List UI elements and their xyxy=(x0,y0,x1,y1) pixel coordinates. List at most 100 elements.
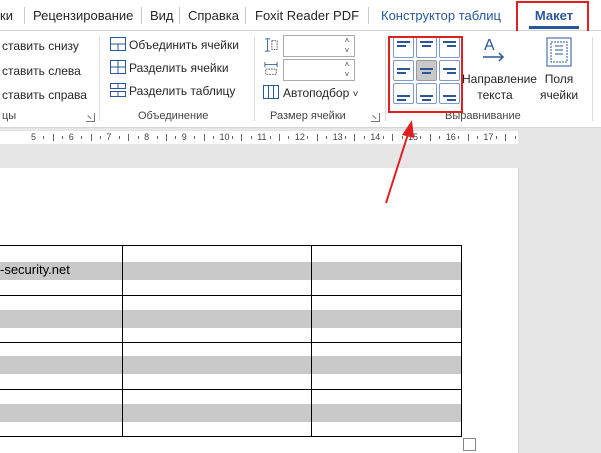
ruler-number: 7 xyxy=(106,132,112,142)
red-arrow-icon xyxy=(385,120,414,204)
ruler-tick xyxy=(250,136,252,139)
ruler-tick xyxy=(194,136,196,139)
group-separator xyxy=(592,37,593,121)
ruler-tick xyxy=(514,136,516,139)
alignment-buttons-highlight-box xyxy=(388,36,463,113)
table-column-border xyxy=(311,245,312,437)
ruler-tick xyxy=(505,134,507,141)
split-table-button[interactable]: Разделить таблицу xyxy=(129,83,235,99)
cell-size-group-label: Размер ячейки xyxy=(270,110,346,122)
cell-margins-label-1: Поля xyxy=(544,72,574,86)
text-direction-icon: A xyxy=(483,37,505,62)
text-direction-label-2: текста xyxy=(477,88,513,102)
ruler-tick xyxy=(467,134,469,141)
tab-help[interactable]: Справка xyxy=(188,0,239,31)
ruler-number: 8 xyxy=(144,132,150,142)
ruler-tick xyxy=(52,134,54,141)
tab-separator xyxy=(368,7,369,24)
table-border xyxy=(0,436,462,437)
table-border xyxy=(0,245,462,246)
cell-width-icon xyxy=(264,62,278,75)
rows-columns-launcher-icon[interactable] xyxy=(86,113,95,122)
ruler-number: 6 xyxy=(68,132,74,142)
ruler-tick xyxy=(439,136,441,139)
ruler-tick xyxy=(495,136,497,139)
autofit-label: Автоподбор xyxy=(283,86,350,100)
ruler-tick xyxy=(345,136,347,139)
autofit-button[interactable]: Автоподбор ˅ xyxy=(283,85,358,103)
ruler-tick xyxy=(476,136,478,139)
tab-cut-off[interactable]: ки xyxy=(0,0,13,31)
ruler-number: 12 xyxy=(294,132,305,142)
text-direction-button[interactable]: Направление текста xyxy=(462,71,537,103)
ribbon: ставить снизу ставить слева ставить спра… xyxy=(0,31,601,128)
ruler-tick xyxy=(458,136,460,139)
table-border xyxy=(0,389,462,390)
table-column-border xyxy=(461,245,462,437)
ruler-tick xyxy=(429,134,431,141)
table-row-shading xyxy=(0,310,461,328)
rows-columns-group-label: цы xyxy=(2,110,17,122)
ruler-number: 17 xyxy=(483,132,494,142)
autofit-icon xyxy=(263,85,279,99)
group-separator xyxy=(254,37,255,121)
tab-view[interactable]: Вид xyxy=(150,0,174,31)
split-cells-icon xyxy=(110,60,126,74)
cell-size-launcher-icon[interactable] xyxy=(371,113,380,122)
tab-table-design[interactable]: Конструктор таблиц xyxy=(381,0,501,31)
insert-below-button[interactable]: ставить снизу xyxy=(2,38,79,54)
ruler-tick xyxy=(354,134,356,141)
split-table-icon xyxy=(110,83,126,97)
table-cell-text[interactable]: -security.net xyxy=(0,262,70,277)
cell-margins-button[interactable]: Поля ячейки xyxy=(536,71,582,103)
ruler-number: 16 xyxy=(445,132,456,142)
merge-cells-button[interactable]: Объединить ячейки xyxy=(129,37,239,53)
tab-separator xyxy=(141,7,142,24)
ruler-tick xyxy=(307,136,309,139)
ruler-tick xyxy=(241,134,243,141)
ruler-tick xyxy=(269,136,271,139)
ruler-tick xyxy=(420,136,422,139)
autofit-dropdown-icon: ˅ xyxy=(352,89,359,100)
table-row-shading xyxy=(0,356,461,374)
tab-review[interactable]: Рецензирование xyxy=(33,0,133,31)
insert-right-button[interactable]: ставить справа xyxy=(2,87,87,103)
ruler-tick xyxy=(231,136,233,139)
cell-height-stepper-icon[interactable]: ˄ ˅ xyxy=(342,36,352,56)
tab-foxit-reader-pdf[interactable]: Foxit Reader PDF xyxy=(255,0,359,31)
svg-text:A: A xyxy=(484,37,495,54)
table-border xyxy=(0,295,462,296)
ruler-tick xyxy=(156,136,158,139)
split-cells-button[interactable]: Разделить ячейки xyxy=(129,60,229,76)
ruler-tick xyxy=(90,134,92,141)
ruler-number: 9 xyxy=(181,132,187,142)
cell-height-input[interactable]: ˄ ˅ xyxy=(283,35,355,57)
ruler-number: 10 xyxy=(219,132,230,142)
ruler-tick xyxy=(165,134,167,141)
ruler-number: 14 xyxy=(370,132,381,142)
ruler-tick xyxy=(316,134,318,141)
merge-cells-icon xyxy=(110,37,126,51)
ruler-tick xyxy=(43,136,45,139)
tab-separator xyxy=(245,7,246,24)
cell-width-stepper-icon[interactable]: ˄ ˅ xyxy=(342,60,352,80)
ruler-tick xyxy=(118,136,120,139)
ruler-tick xyxy=(203,134,205,141)
ruler-tick xyxy=(62,136,64,139)
cell-height-icon xyxy=(264,38,278,52)
layout-tab-highlight-box xyxy=(516,1,589,33)
ruler-tick xyxy=(363,136,365,139)
ruler-tick xyxy=(99,136,101,139)
table-row-shading xyxy=(0,404,461,422)
ruler-tick xyxy=(288,136,290,139)
cell-width-input[interactable]: ˄ ˅ xyxy=(283,59,355,81)
insert-left-button[interactable]: ставить слева xyxy=(2,63,81,79)
cell-margins-label-2: ячейки xyxy=(539,88,579,102)
ruler-number: 5 xyxy=(31,132,37,142)
table-resize-handle[interactable] xyxy=(463,438,476,451)
ruler-tick xyxy=(137,136,139,139)
ruler-tick xyxy=(81,136,83,139)
cell-margins-icon xyxy=(546,37,572,67)
group-separator xyxy=(385,37,386,121)
ruler-tick xyxy=(175,136,177,139)
